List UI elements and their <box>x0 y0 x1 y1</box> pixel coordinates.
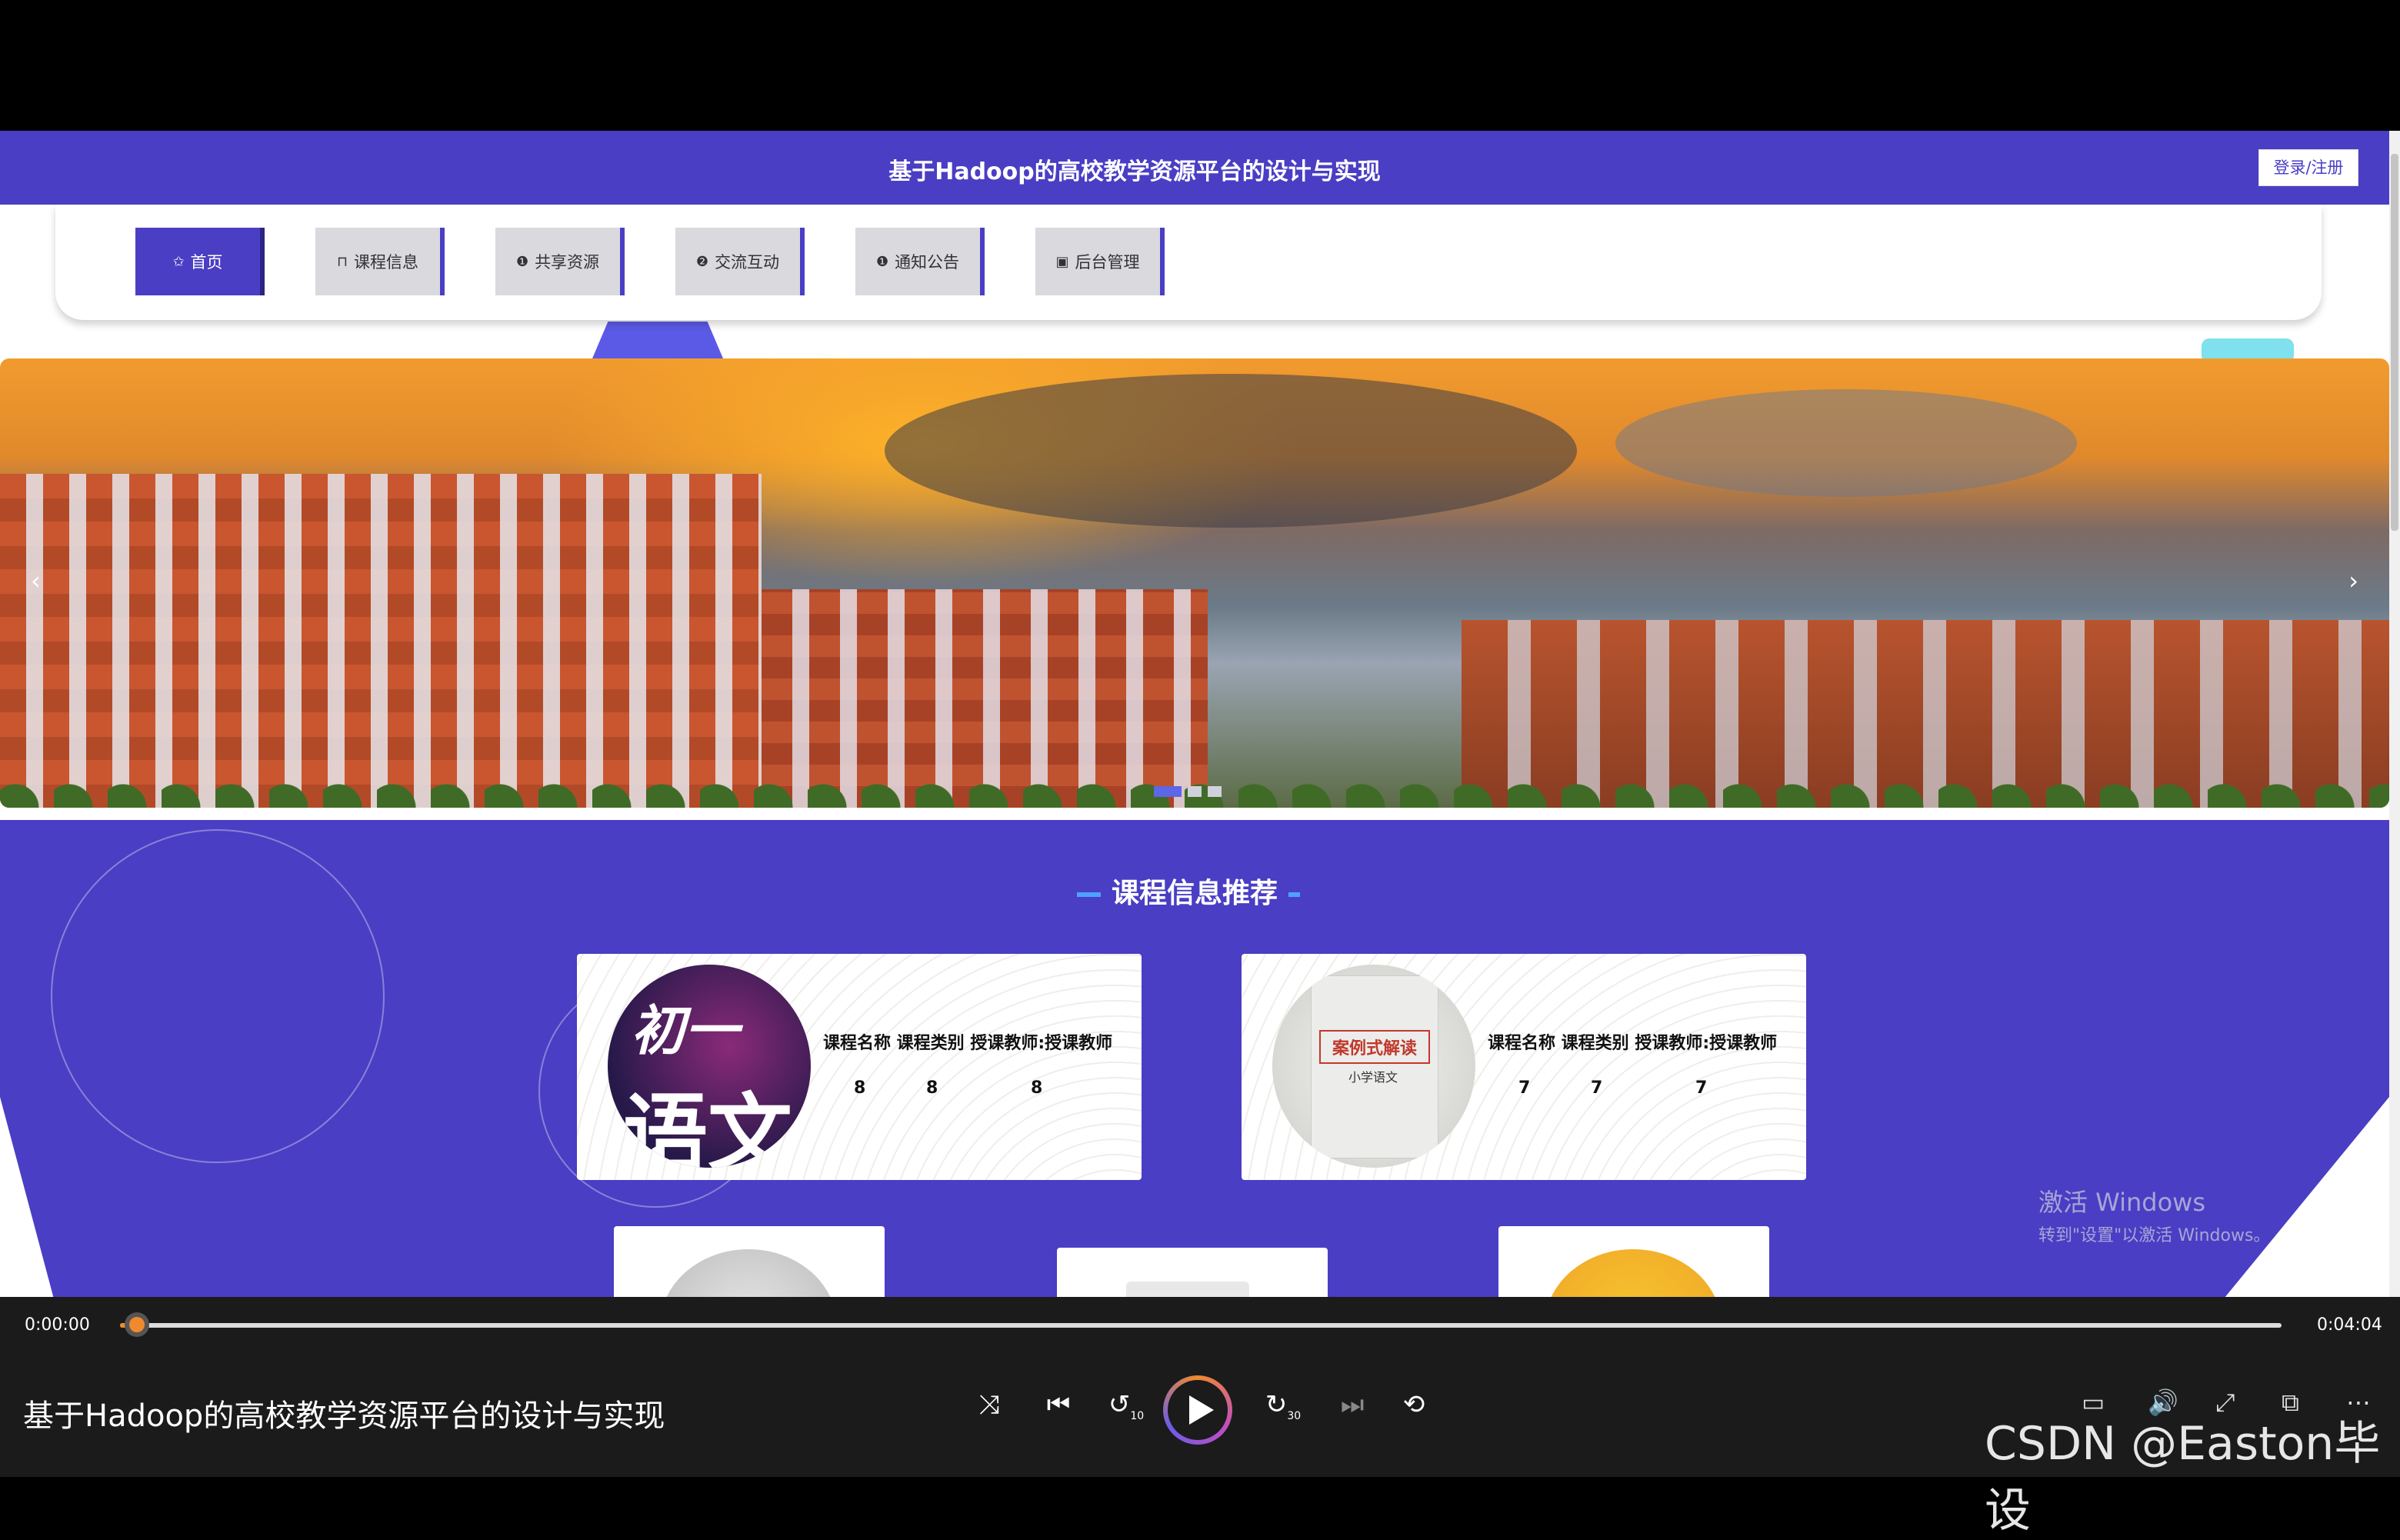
hero-carousel: ‹ › <box>0 358 2389 808</box>
course-name: 8 <box>854 1078 866 1098</box>
question-circle-icon: ❷ <box>695 253 709 270</box>
carousel-dot[interactable] <box>1154 786 1182 797</box>
thumbnail-text: 初一 <box>631 999 738 1062</box>
video-letterbox-top <box>0 0 2400 131</box>
csdn-watermark: CSDN @Easton毕设 <box>1985 1417 2381 1538</box>
nav-item-label: 首页 <box>190 253 223 272</box>
nav-item-label: 共享资源 <box>535 253 600 272</box>
section-title: 课程信息推荐 <box>0 871 2389 911</box>
nav-item-label: 交流互动 <box>715 253 780 272</box>
forward-icon: ↻ <box>1265 1389 1288 1420</box>
play-button[interactable] <box>1163 1375 1232 1445</box>
course-name: 7 <box>1518 1078 1531 1098</box>
course-thumbnail <box>1545 1249 1722 1297</box>
carousel-dot[interactable] <box>1208 786 1222 797</box>
course-card[interactable]: 初一 语文 课程名称 课程类别 授课教师:授课教师 8 8 8 <box>577 954 1142 1180</box>
course-teacher: 7 <box>1695 1078 1708 1098</box>
nav-item-home[interactable]: ✩ 首页 <box>135 228 265 295</box>
course-thumbnail: 案例式解读 小学语文 <box>1272 965 1475 1168</box>
scrollbar-thumb[interactable] <box>2391 154 2398 531</box>
nav-item-admin[interactable]: ▣ 后台管理 <box>1035 228 1165 295</box>
current-time: 0:00:00 <box>25 1315 90 1335</box>
cloud-shape <box>885 374 1577 528</box>
carousel-dot[interactable] <box>1188 786 1202 797</box>
repeat-icon[interactable]: ⟲ <box>1391 1389 1437 1420</box>
course-recommendations: 课程信息推荐 初一 语文 课程名称 课程类别 授课教师:授课教师 8 8 8 案… <box>0 820 2389 1297</box>
alert-circle-icon: ❶ <box>515 253 529 270</box>
shuffle-icon[interactable]: ⤨ <box>966 1389 1012 1420</box>
course-category: 8 <box>926 1078 938 1098</box>
forward-30-button[interactable]: ↻30 <box>1260 1389 1306 1422</box>
carousel-indicators <box>1154 786 1222 797</box>
play-icon <box>1189 1395 1214 1425</box>
info-circle-icon: ❶ <box>875 253 889 270</box>
rewind-icon: ↺ <box>1108 1389 1131 1420</box>
next-icon[interactable]: ⏭ <box>1329 1389 1375 1420</box>
course-card[interactable] <box>614 1226 885 1297</box>
nav-item-label: 后台管理 <box>1075 253 1140 272</box>
bag-icon: ⊓ <box>336 253 348 270</box>
course-thumbnail <box>660 1249 837 1297</box>
course-card[interactable] <box>1057 1248 1328 1297</box>
windows-activation-watermark: 激活 Windows 转到"设置"以激活 Windows。 <box>2038 1188 2271 1245</box>
book-cover: 案例式解读 小学语文 <box>1311 975 1438 1158</box>
main-nav: ✩ 首页 ⊓ 课程信息 ❶ 共享资源 ❷ 交流互动 ❶ 通知公告 ▣ 后台管理 <box>55 205 2322 320</box>
decorative-triangle <box>0 1097 62 1297</box>
course-thumbnail <box>1126 1282 1249 1297</box>
course-category: 7 <box>1591 1078 1603 1098</box>
course-fields: 课程名称 课程类别 授课教师:授课教师 <box>1488 1034 1778 1053</box>
star-icon: ✩ <box>172 253 185 270</box>
previous-icon[interactable]: ⏮ <box>1035 1389 1082 1420</box>
course-card[interactable]: 案例式解读 小学语文 课程名称 课程类别 授课教师:授课教师 7 7 7 <box>1242 954 1806 1180</box>
carousel-next-button[interactable]: › <box>2348 566 2358 595</box>
page-scrollbar[interactable] <box>2389 131 2400 1297</box>
decorative-hexagon <box>592 322 723 358</box>
login-register-button[interactable]: 登录/注册 <box>2258 149 2358 186</box>
tree-line <box>0 758 2389 808</box>
cloud-shape <box>1615 389 2077 497</box>
course-fields: 课程名称 课程类别 授课教师:授课教师 <box>823 1034 1113 1053</box>
thumbnail-text: 语文 <box>623 1085 792 1168</box>
calendar-icon: ▣ <box>1055 253 1069 270</box>
book-title: 案例式解读 <box>1319 1030 1430 1064</box>
nav-item-label: 通知公告 <box>895 253 960 272</box>
course-thumbnail: 初一 语文 <box>608 965 811 1168</box>
nav-item-shared-resources[interactable]: ❶ 共享资源 <box>495 228 625 295</box>
video-player-controls: 0:00:00 0:04:04 基于Hadoop的高校教学资源平台的设计与实现 … <box>0 1297 2400 1538</box>
nav-item-notices[interactable]: ❶ 通知公告 <box>855 228 985 295</box>
progress-handle[interactable] <box>125 1312 149 1337</box>
video-title: 基于Hadoop的高校教学资源平台的设计与实现 <box>23 1398 665 1434</box>
book-subtitle: 小学语文 <box>1348 1070 1398 1085</box>
nav-item-interaction[interactable]: ❷ 交流互动 <box>675 228 805 295</box>
site-title: 基于Hadoop的高校教学资源平台的设计与实现 <box>888 158 1381 185</box>
carousel-prev-button[interactable]: ‹ <box>31 566 41 595</box>
site-header: 基于Hadoop的高校教学资源平台的设计与实现 登录/注册 <box>0 131 2389 205</box>
page-content: ✩ 首页 ⊓ 课程信息 ❶ 共享资源 ❷ 交流互动 ❶ 通知公告 ▣ 后台管理 <box>0 205 2389 1297</box>
total-time: 0:04:04 <box>2317 1315 2382 1335</box>
nav-item-courses[interactable]: ⊓ 课程信息 <box>315 228 445 295</box>
progress-bar[interactable] <box>120 1323 2282 1328</box>
course-teacher: 8 <box>1031 1078 1043 1098</box>
rewind-10-button[interactable]: ↺10 <box>1103 1389 1149 1422</box>
building-left <box>0 474 762 808</box>
course-card[interactable] <box>1498 1226 1769 1297</box>
nav-item-label: 课程信息 <box>354 253 419 272</box>
